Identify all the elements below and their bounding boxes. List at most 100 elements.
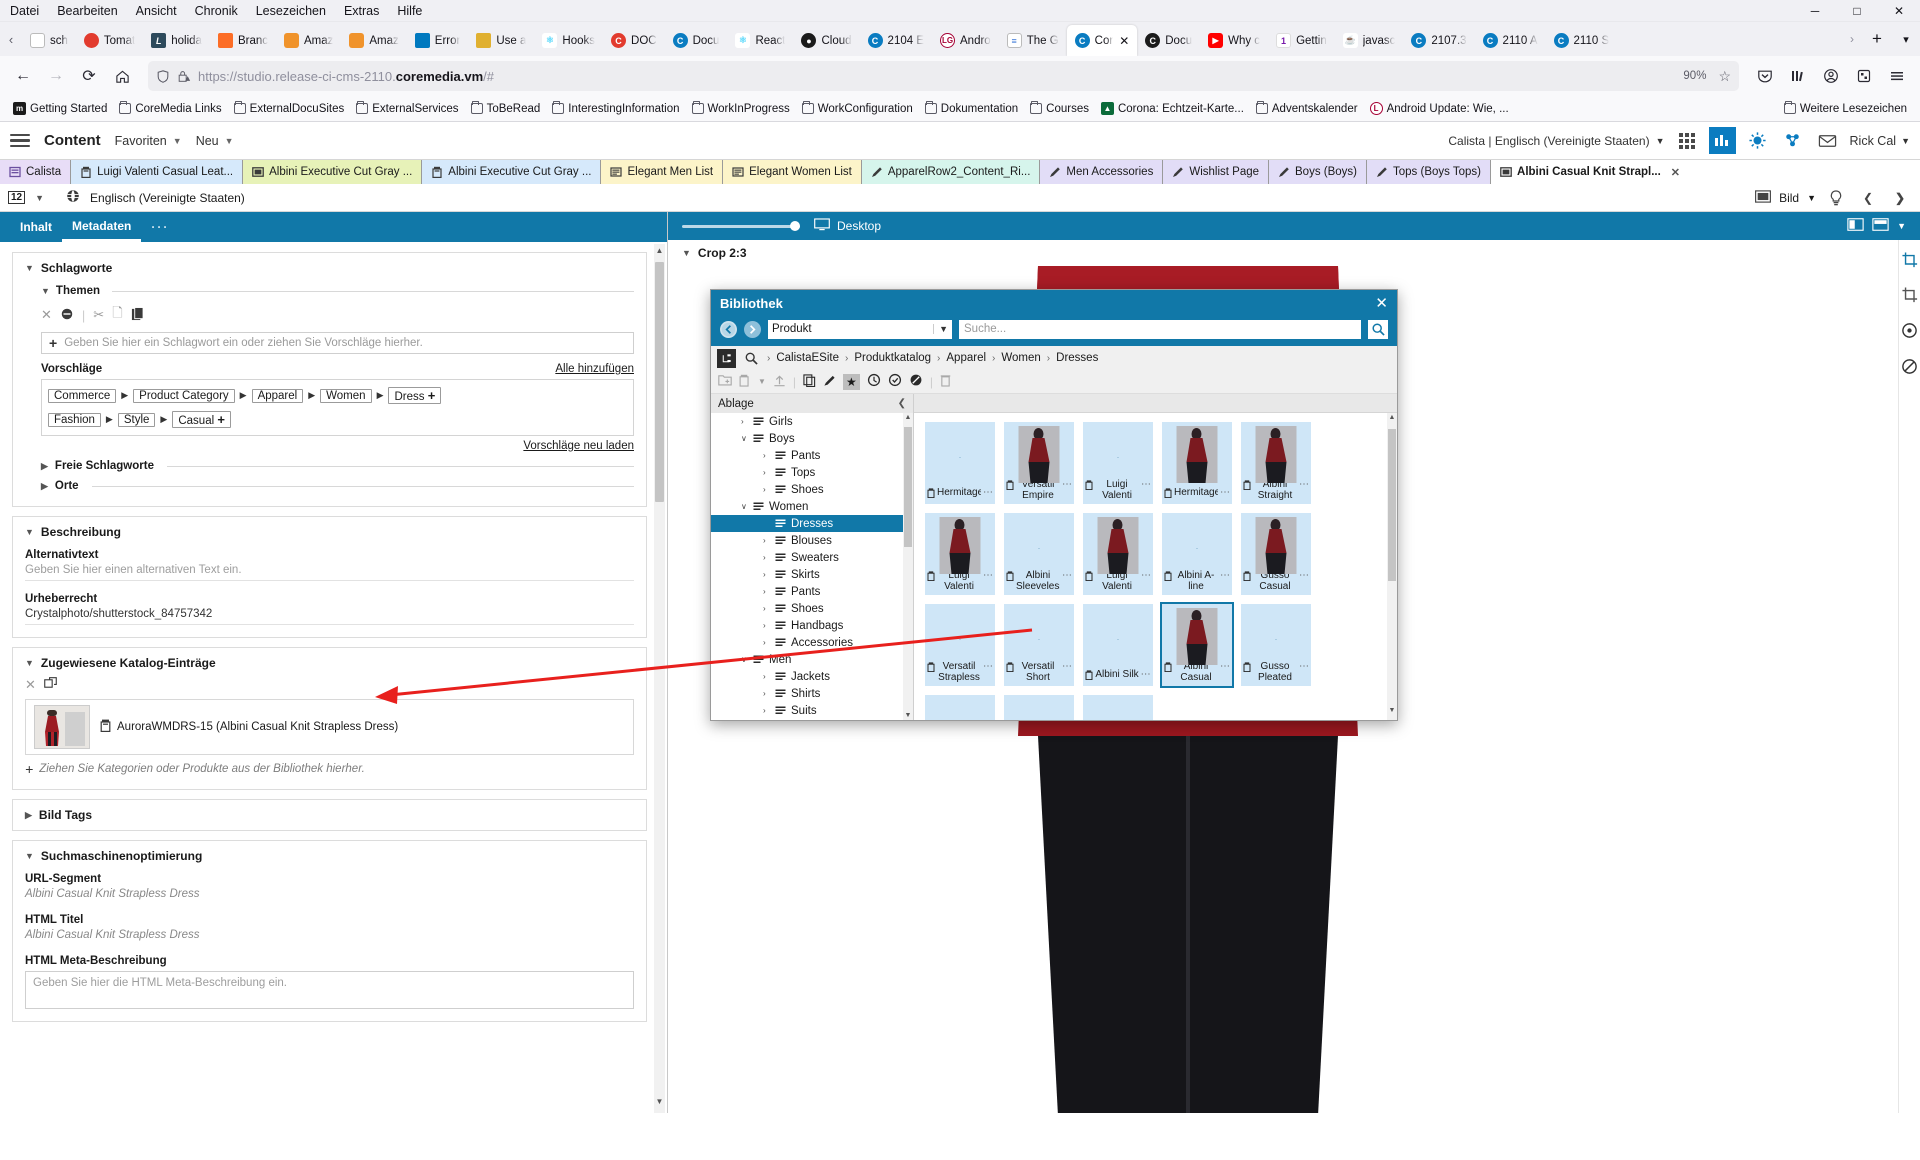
browser-tab[interactable]: Amaz	[276, 25, 341, 56]
document-tab[interactable]: Wishlist Page	[1163, 160, 1269, 184]
menu-hilfe[interactable]: Hilfe	[397, 4, 422, 18]
scroll-up-icon[interactable]: ▲	[904, 414, 912, 421]
chevron-down-icon[interactable]: ∨	[741, 502, 748, 511]
bookmark-item[interactable]: Adventskalender	[1251, 101, 1363, 117]
reload-suggestions-link[interactable]: Vorschläge neu laden	[523, 440, 634, 452]
chevron-right-icon[interactable]: ›	[763, 553, 770, 562]
chevron-right-icon[interactable]: ›	[763, 587, 770, 596]
chevron-right-icon[interactable]: ›	[763, 689, 770, 698]
add-suggestion-icon[interactable]: +	[428, 388, 436, 403]
tab-inhalt[interactable]: Inhalt	[10, 212, 62, 242]
lightbulb-icon[interactable]	[1824, 186, 1848, 210]
suggestion-chip[interactable]: Fashion	[48, 413, 101, 427]
chevron-right-icon[interactable]: ›	[763, 621, 770, 630]
document-tab[interactable]: Calista	[0, 160, 71, 184]
library-card[interactable]: ·Versatil Strapless⋯	[925, 604, 995, 686]
subsection-header-themen[interactable]: ▼ Themen	[41, 285, 634, 297]
zoom-level-indicator[interactable]: 90%	[1678, 69, 1711, 83]
library-dialog[interactable]: Bibliothek ✕ Produkt ▼ Suche... ›Calista…	[710, 289, 1398, 721]
bookmark-item[interactable]: ToBeRead	[466, 101, 546, 117]
tree-node[interactable]: ›Accessories	[711, 634, 913, 651]
chevron-right-icon[interactable]: ›	[763, 604, 770, 613]
minimize-button[interactable]: ─	[1794, 4, 1836, 18]
library-card[interactable]: Albini Straight⋯	[1241, 422, 1311, 504]
forward-icon[interactable]	[744, 321, 761, 338]
document-tab[interactable]: Albini Executive Cut Gray ...	[422, 160, 601, 184]
bookmark-item[interactable]: ExternalDocuSites	[229, 101, 350, 117]
chevron-right-icon[interactable]: ›	[763, 468, 770, 477]
browser-tab[interactable]: ⚛React	[727, 25, 793, 56]
chevron-down-icon[interactable]: ▼	[1897, 221, 1906, 231]
browser-tab[interactable]: ☕javasc	[1335, 25, 1404, 56]
prev-item-icon[interactable]: ❮	[1856, 186, 1880, 210]
suggestion-chip[interactable]: Women	[320, 389, 371, 403]
search-view-toggle-icon[interactable]	[742, 349, 761, 368]
add-all-link[interactable]: Alle hinzufügen	[555, 363, 634, 375]
library-tree[interactable]: ›Girls∨Boys›Pants›Tops›Shoes∨WomenDresse…	[711, 413, 913, 720]
version-chevron-icon[interactable]: ▼	[35, 193, 44, 203]
scroll-tabs-right-icon[interactable]: ›	[1842, 22, 1862, 56]
chevron-right-icon[interactable]: ›	[763, 536, 770, 545]
bookmark-item[interactable]: mGetting Started	[8, 100, 112, 117]
new-menu[interactable]: Neu ▼	[196, 134, 234, 148]
browser-tab[interactable]: LGAndro	[932, 25, 999, 56]
focus-area-icon[interactable]	[1901, 322, 1918, 342]
suggestion-chip[interactable]: Dress +	[388, 387, 441, 404]
library-card-grid[interactable]: ·Hermitage⋯Versatil Empire⋯·Luigi Valent…	[914, 413, 1397, 720]
document-tab[interactable]: Men Accessories	[1040, 160, 1163, 184]
chevron-right-icon[interactable]: ›	[763, 485, 770, 494]
tree-node[interactable]: ›Jackets	[711, 668, 913, 685]
section-header-bild-tags[interactable]: ▶ Bild Tags	[25, 808, 634, 822]
search-icon[interactable]	[1368, 320, 1388, 339]
scroll-down-icon[interactable]: ▼	[655, 1097, 664, 1111]
lock-warning-icon[interactable]	[177, 69, 191, 84]
input-html-meta[interactable]: Geben Sie hier die HTML Meta-Beschreibun…	[25, 971, 634, 1009]
form-scrollbar[interactable]: ▲ ▼	[654, 244, 665, 1113]
chevron-right-icon[interactable]: ›	[763, 451, 770, 460]
tree-view-toggle-icon[interactable]	[717, 349, 736, 368]
tree-node[interactable]: ›Handbags	[711, 617, 913, 634]
bookmark-item[interactable]: CoreMedia Links	[114, 101, 226, 117]
tree-scrollbar[interactable]: ▲ ▼	[903, 413, 913, 720]
bookmark-star-icon[interactable]: ★	[843, 374, 860, 390]
other-bookmarks-button[interactable]: Weitere Lesezeichen	[1779, 101, 1912, 117]
suggestion-chip[interactable]: Apparel	[252, 389, 304, 403]
scroll-up-icon[interactable]: ▲	[1388, 414, 1396, 426]
breadcrumb-item[interactable]: Dresses	[1056, 352, 1098, 364]
menu-chronik[interactable]: Chronik	[195, 4, 238, 18]
menu-datei[interactable]: Datei	[10, 4, 39, 18]
preview-device-selector[interactable]: Desktop	[814, 218, 881, 234]
browser-tab[interactable]: Amaz	[341, 25, 406, 56]
tree-node[interactable]: ›Tops	[711, 464, 913, 481]
delete-icon[interactable]	[940, 374, 951, 390]
browser-tab[interactable]: Error	[407, 25, 469, 56]
tree-node[interactable]: ›Shoes	[711, 481, 913, 498]
scroll-up-icon[interactable]: ▲	[655, 246, 664, 260]
suggestion-chip[interactable]: Commerce	[48, 389, 116, 403]
browser-tab[interactable]: Lholida	[143, 25, 210, 56]
menu-bearbeiten[interactable]: Bearbeiten	[57, 4, 117, 18]
tree-node[interactable]: ∨Boys	[711, 430, 913, 447]
remove-icon[interactable]: ✕	[41, 307, 52, 323]
document-tab[interactable]: Albini Executive Cut Gray ...	[243, 160, 422, 184]
browser-tab[interactable]: ⚛Hooks	[534, 25, 603, 56]
bookmark-item[interactable]: ▲Corona: Echtzeit-Karte...	[1096, 100, 1249, 117]
bookmark-item[interactable]: ExternalServices	[351, 101, 463, 117]
remove-focus-icon[interactable]	[1901, 358, 1918, 378]
library-search-input[interactable]: Suche...	[959, 320, 1361, 339]
next-item-icon[interactable]: ❯	[1888, 186, 1912, 210]
home-button[interactable]	[107, 61, 137, 91]
document-tab[interactable]: Albini Casual Knit Strapl...✕	[1491, 160, 1689, 184]
document-tab[interactable]: ApparelRow2_Content_Ri...	[862, 160, 1041, 184]
tracking-protection-icon[interactable]	[156, 69, 170, 84]
menu-extras[interactable]: Extras	[344, 4, 379, 18]
full-view-icon[interactable]	[1872, 218, 1889, 234]
document-tab[interactable]: Elegant Women List	[723, 160, 862, 184]
crop-tool-icon[interactable]	[1902, 252, 1918, 271]
open-in-tab-icon[interactable]	[44, 677, 57, 693]
slider-handle[interactable]	[790, 221, 800, 231]
subsection-header-orte[interactable]: ▶ Orte	[41, 480, 634, 492]
browser-tab[interactable]: ≡The G	[999, 25, 1067, 56]
chevron-down-icon[interactable]: ▼	[758, 377, 766, 386]
value-url-segment[interactable]: Albini Casual Knit Strapless Dress	[25, 888, 634, 900]
